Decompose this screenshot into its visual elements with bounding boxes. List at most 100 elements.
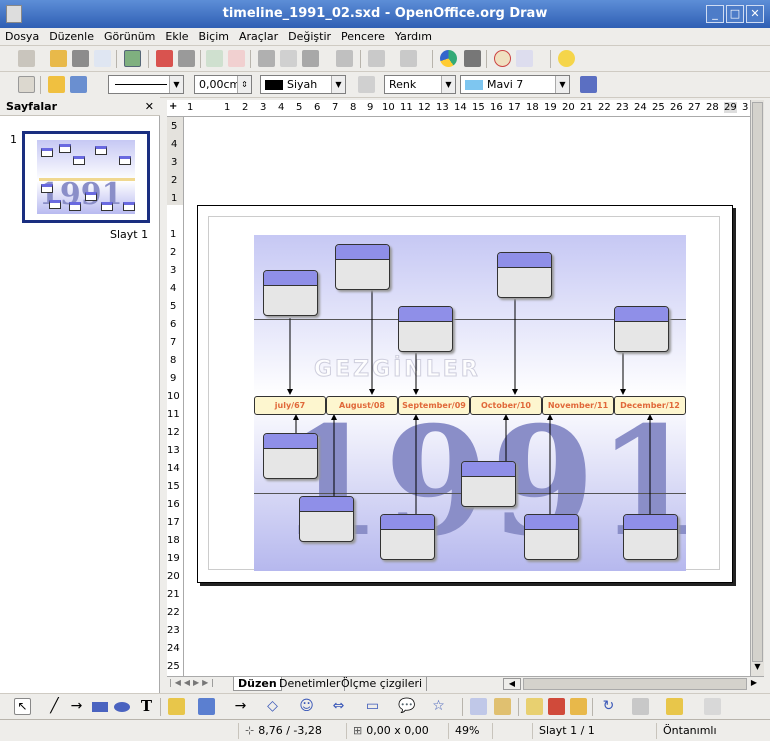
menu-file[interactable]: Dosya [0,28,44,45]
tab-nav-arrows[interactable]: |◀◀▶▶| [169,678,227,690]
area-color-select[interactable]: Mavi 7 ▼ [460,75,570,94]
cut-icon[interactable] [258,50,275,67]
help-icon[interactable] [558,50,575,67]
minimize-button[interactable]: _ [706,5,724,23]
scroll-left-arrow[interactable]: ◀ [503,678,521,690]
arrange-icon[interactable] [666,698,683,715]
basic-shapes-icon[interactable]: ◇ [264,698,281,715]
event-box[interactable] [263,433,318,479]
edit-file-icon[interactable] [124,50,141,67]
menu-window[interactable]: Pencere [336,28,390,45]
event-box[interactable] [461,461,516,507]
maximize-button[interactable]: □ [726,5,744,23]
shadow-icon[interactable] [580,76,597,93]
print-icon[interactable] [178,50,195,67]
event-box[interactable] [263,270,318,316]
navigator-icon[interactable] [464,50,481,67]
scroll-thumb[interactable] [752,102,763,662]
alignment-icon[interactable] [632,698,649,715]
horizontal-ruler[interactable]: + 1 1 2 3 4 5 6 7 8 9 10 11 12 13 14 15 … [167,100,750,117]
new-icon[interactable] [18,50,35,67]
tab-stop-icon[interactable]: + [169,101,177,112]
export-pdf-icon[interactable] [156,50,173,67]
area-style-select[interactable]: Renk ▼ [384,75,456,94]
zoom-field[interactable]: 49% [448,723,492,739]
redo-icon[interactable] [400,50,417,67]
hyperlink-icon[interactable] [494,50,511,67]
scroll-down-arrow[interactable]: ▼ [752,662,763,674]
rectangle-icon[interactable] [92,702,108,712]
extrusion-icon[interactable] [704,698,721,715]
date-label[interactable]: August/08 [326,396,398,415]
arrow-style-icon[interactable] [70,76,87,93]
ellipse-icon[interactable] [114,702,130,712]
menu-tools[interactable]: Araçlar [234,28,283,45]
vertical-ruler[interactable]: 5 4 3 2 1 1 2 3 4 5 6 7 8 9 10 11 12 13 … [167,117,184,676]
date-label[interactable]: September/09 [398,396,470,415]
line-color-select[interactable]: Siyah ▼ [260,75,346,94]
line-style-select[interactable]: ▼ [108,75,184,94]
area-fill-icon[interactable] [358,76,375,93]
text-tool-icon[interactable]: T [138,698,155,715]
block-arrows-icon[interactable]: ⇔ [330,698,347,715]
lines-arrows-icon[interactable]: → [232,698,249,715]
close-button[interactable]: ✕ [746,5,764,23]
connector-icon[interactable] [198,698,215,715]
event-box[interactable] [398,306,453,352]
horizontal-scroll-thumb[interactable] [523,678,747,690]
stars-icon[interactable]: ☆ [430,698,447,715]
gallery-icon[interactable] [570,698,587,715]
email-icon[interactable] [94,50,111,67]
menu-format[interactable]: Biçim [194,28,234,45]
date-label[interactable]: October/10 [470,396,542,415]
format-paintbrush-icon[interactable] [336,50,353,67]
line-width-field[interactable]: 0,00cm ⇕ [194,75,252,94]
select-arrow-icon[interactable]: ↖ [14,698,31,715]
tab-dimension-lines[interactable]: Ölçme çizgileri [337,677,428,691]
line-tool-icon[interactable]: ╱ [46,698,63,715]
from-file-icon[interactable] [548,698,565,715]
event-box[interactable] [497,252,552,298]
event-box[interactable] [623,514,678,560]
callouts-icon[interactable]: 💬 [398,698,415,715]
tab-controls[interactable]: Denetimler [275,677,346,691]
rotate-icon[interactable]: ↻ [600,698,617,715]
spellcheck-icon[interactable] [206,50,223,67]
menu-modify[interactable]: Değiştir [283,28,336,45]
close-pane-icon[interactable]: ✕ [145,97,154,116]
curve-icon[interactable] [168,698,185,715]
event-box[interactable] [614,306,669,352]
line-icon[interactable] [48,76,65,93]
scroll-right-arrow[interactable]: ▶ [747,678,761,690]
event-box[interactable] [524,514,579,560]
menu-view[interactable]: Görünüm [99,28,160,45]
event-box[interactable] [335,244,390,290]
open-folder-icon[interactable] [50,50,67,67]
vertical-scrollbar[interactable]: ▼ [750,100,764,676]
paste-icon[interactable] [302,50,319,67]
glue-points-icon[interactable] [494,698,511,715]
event-box[interactable] [380,514,435,560]
date-label[interactable]: December/12 [614,396,686,415]
event-box[interactable] [299,496,354,542]
styles-icon[interactable] [18,76,35,93]
drawing-canvas[interactable]: 1991 GEZGİNLER [184,117,750,676]
menu-edit[interactable]: Düzenle [44,28,99,45]
menu-insert[interactable]: Ekle [160,28,193,45]
menu-help[interactable]: Yardım [390,28,437,45]
date-label[interactable]: july/67 [254,396,326,415]
save-icon[interactable] [72,50,89,67]
symbol-shapes-icon[interactable]: ☺ [298,698,315,715]
flowchart-icon[interactable]: ▭ [364,698,381,715]
fontwork-icon[interactable] [526,698,543,715]
arrow-line-icon[interactable]: → [68,698,85,715]
chart-icon[interactable] [440,50,457,67]
undo-icon[interactable] [368,50,385,67]
slide-thumbnail[interactable]: 1991 [22,131,150,223]
points-icon[interactable] [470,698,487,715]
copy-icon[interactable] [280,50,297,67]
autospell-icon[interactable] [228,50,245,67]
date-label[interactable]: November/11 [542,396,614,415]
zoom-icon[interactable] [516,50,533,67]
slide-page[interactable]: 1991 GEZGİNLER [197,205,733,583]
